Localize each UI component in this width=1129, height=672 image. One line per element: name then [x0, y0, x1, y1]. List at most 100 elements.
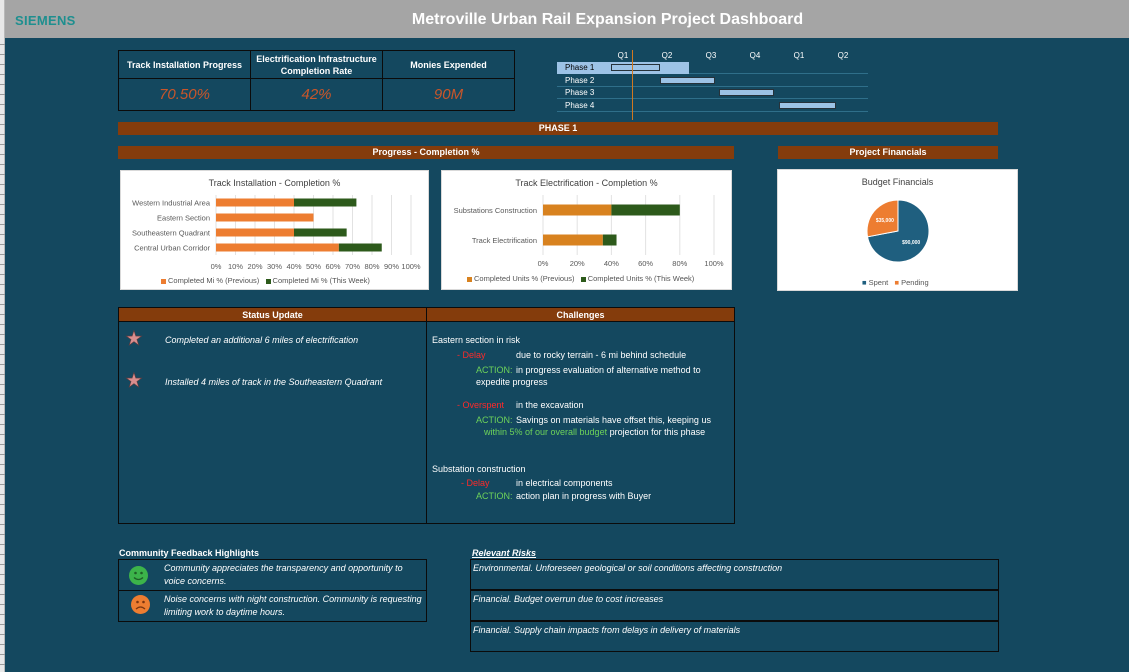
- row-tick: [0, 484, 5, 485]
- quarter-label: Q2: [661, 51, 673, 60]
- chart-legend: Completed Mi % (Previous) Completed Mi %…: [161, 276, 370, 285]
- quarter-label: Q4: [749, 51, 761, 60]
- row-tick: [0, 104, 5, 105]
- bar-segment: [611, 204, 680, 216]
- row-tick: [0, 524, 5, 525]
- phase-bar: [611, 64, 660, 71]
- row-tick: [0, 94, 5, 95]
- tick-label: 80%: [672, 259, 687, 268]
- tick-label: 40%: [286, 262, 301, 271]
- budget-highlight: within 5% of our overall budget: [484, 427, 608, 437]
- status-update-title: Status Update: [119, 308, 426, 322]
- track-installation-chart: Track Installation - Completion % 0% 10% 2…: [120, 170, 429, 290]
- action-text-rest: projection for this phase: [607, 427, 706, 437]
- phase-label: Phase 4: [565, 100, 595, 110]
- row-tick: [0, 474, 5, 475]
- sad-face-icon: [131, 595, 150, 614]
- row-tick: [0, 424, 5, 425]
- category-label: Substations Construction: [454, 206, 537, 215]
- phase-bar: [719, 89, 775, 96]
- track-electrification-chart: Track Electrification - Completion % 0% 2…: [441, 170, 732, 290]
- category-label: Track Electrification: [472, 236, 537, 245]
- today-marker: [632, 50, 633, 120]
- bar-segment: [216, 213, 314, 222]
- row-tick: [0, 534, 5, 535]
- action-text: in progress evaluation of alternative me…: [516, 365, 701, 375]
- row-tick: [0, 454, 5, 455]
- phase-bar: [659, 76, 715, 84]
- title-bar: SIEMENS Metroville Urban Rail Expansion …: [5, 0, 1129, 38]
- progress-heading: Progress - Completion %: [118, 146, 734, 159]
- row-tick: [0, 174, 5, 175]
- phase-bar: [778, 101, 836, 109]
- row-tick: [0, 134, 5, 135]
- category-label: Southeastern Quadrant: [132, 229, 211, 238]
- risk-item: Environmental. Unforeseen geological or …: [470, 559, 999, 590]
- action-text: Savings on materials have offset this, k…: [516, 415, 711, 425]
- kpi-label: Monies Expended: [383, 51, 514, 79]
- tick-label: 10%: [228, 262, 243, 271]
- row-tick: [0, 664, 5, 665]
- legend-label: Completed Units % (This Week): [587, 274, 695, 283]
- row-tick: [0, 204, 5, 205]
- status-item: Installed 4 miles of track in the Southe…: [165, 377, 383, 387]
- row-tick: [0, 574, 5, 575]
- row-tick: [0, 124, 5, 125]
- row-tick: [0, 214, 5, 215]
- row-tick: [0, 394, 5, 395]
- bar-segment: [216, 228, 294, 237]
- bar-segment: [543, 234, 603, 246]
- risk-text: Financial. Supply chain impacts from del…: [473, 625, 741, 635]
- action-text: expedite progress: [476, 377, 548, 387]
- kpi-value: 90M: [433, 86, 464, 103]
- bar-segment: [294, 228, 347, 237]
- feedback-title: Community Feedback Highlights: [119, 548, 260, 558]
- tick-label: 60%: [325, 262, 340, 271]
- row-tick: [0, 364, 5, 365]
- financials-heading: Project Financials: [778, 146, 998, 159]
- kpi-monies-expended: Monies Expended 90M: [382, 50, 515, 111]
- delay-text: in electrical components: [516, 478, 613, 488]
- row-tick: [0, 644, 5, 645]
- row-tick: [0, 44, 5, 45]
- slice-label: $90,000: [902, 240, 920, 246]
- action-text: action plan in progress with Buyer: [516, 491, 652, 501]
- row-tick: [0, 284, 5, 285]
- row-tick: [0, 144, 5, 145]
- row-tick: [0, 604, 5, 605]
- kpi-electrification-rate: Electrification Infrastructure Completio…: [250, 50, 383, 111]
- row-tick: [0, 374, 5, 375]
- quarter-label: Q2: [837, 51, 849, 60]
- row-tick: [0, 594, 5, 595]
- quarter-label: Q3: [705, 51, 717, 60]
- slice-label: $35,000: [876, 218, 894, 224]
- legend-swatch: [265, 278, 271, 284]
- row-tick: [0, 154, 5, 155]
- feedback-text: Noise concerns with night construction. …: [164, 594, 422, 617]
- tick-label: 20%: [247, 262, 262, 271]
- row-tick: [0, 624, 5, 625]
- tick-label: 0%: [538, 259, 549, 268]
- bar-segment: [216, 243, 339, 252]
- delay-tag: - Delay: [461, 478, 490, 488]
- phase-row: Phase 2: [557, 75, 868, 87]
- kpi-value: 70.50%: [159, 86, 210, 103]
- kpi-label: Track Installation Progress: [119, 51, 250, 79]
- challenges-panel: Challenges Eastern section in risk - Del…: [426, 307, 735, 524]
- tick-label: 80%: [364, 262, 379, 271]
- happy-face-icon: [129, 566, 148, 585]
- row-tick: [0, 164, 5, 165]
- challenges-title: Challenges: [427, 308, 734, 322]
- legend-label: Completed Mi % (Previous): [168, 276, 260, 285]
- row-tick: [0, 184, 5, 185]
- legend-label: Completed Units % (Previous): [474, 274, 575, 283]
- risk-item: Financial. Budget overrun due to cost in…: [470, 590, 999, 621]
- legend-swatch: [161, 278, 166, 284]
- row-tick: [0, 514, 5, 515]
- kpi-track-installation: Track Installation Progress 70.50%: [118, 50, 251, 111]
- legend-label: Completed Mi % (This Week): [272, 276, 370, 285]
- row-tick: [0, 304, 5, 305]
- dashboard-title: Metroville Urban Rail Expansion Project …: [411, 11, 804, 28]
- row-tick: [0, 264, 5, 265]
- row-tick: [0, 634, 5, 635]
